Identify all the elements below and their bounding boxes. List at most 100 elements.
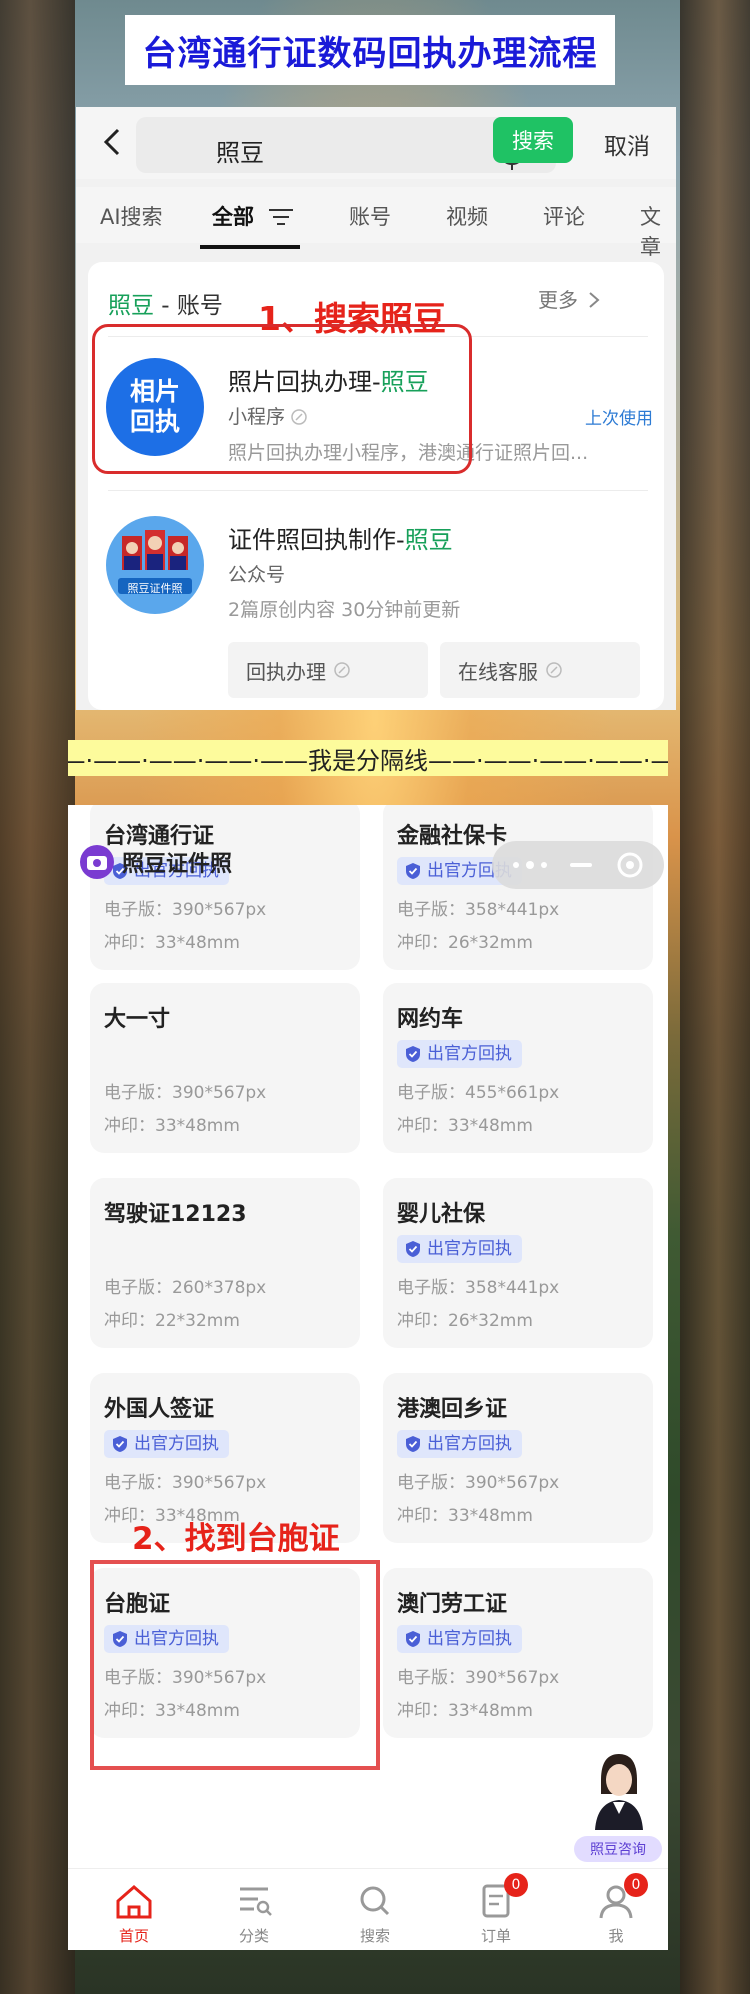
nav-search[interactable]: 搜索 [335, 1877, 415, 1947]
chevron-right-icon [589, 292, 600, 308]
result-description: 2篇原创内容 30分钟前更新 [228, 599, 461, 621]
tile-pixel-size: 电子版：358*441px [397, 900, 560, 920]
tile-pixel-size: 电子版：455*661px [397, 1083, 560, 1103]
official-receipt-badge: 出官方回执 [104, 1430, 229, 1458]
photo-type-tile[interactable]: 网约车 出官方回执 电子版：455*661px 冲印：33*48mm [383, 983, 653, 1153]
tile-print-size: 冲印：33*48mm [397, 1116, 533, 1136]
shield-icon [406, 1631, 420, 1647]
miniapp-capsule[interactable] [492, 841, 664, 889]
result-type: 公众号 [228, 564, 286, 586]
tree-trunk-right [680, 0, 750, 1994]
photo-type-tile[interactable]: 婴儿社保出官方回执电子版：358*441px 冲印：26*32mm [383, 1178, 653, 1348]
search-query: 照豆 [216, 139, 264, 167]
orders-badge: 0 [504, 1873, 528, 1897]
shield-icon [406, 1241, 420, 1257]
official-receipt-badge: 出官方回执 [397, 1235, 522, 1263]
more-dots-icon[interactable] [510, 857, 554, 873]
tab-account[interactable]: 账号 [349, 201, 391, 231]
page-title: 台湾通行证数码回执办理流程 [142, 33, 598, 74]
official-receipt-badge: 出官方回执 [397, 1625, 522, 1653]
photo-type-tile[interactable]: 大一寸电子版：390*567px 冲印：33*48mm [90, 983, 360, 1153]
consult-widget[interactable]: 照豆咨询 [574, 1750, 664, 1870]
online-support-button[interactable]: 在线客服 [440, 642, 640, 698]
tile-print-size: 冲印：26*32mm [397, 1311, 533, 1331]
tile-print-size: 冲印：22*32mm [104, 1311, 240, 1331]
miniapp-screenshot: 台湾通行证 出官方回执 电子版：390*567px 冲印：33*48mm 金融社保卡 出官… [68, 805, 668, 1950]
tile-print-size: 冲印：33*48mm [104, 1116, 240, 1136]
tile-title: 港澳回乡证 [397, 1397, 508, 1422]
search-bar: 照豆 搜索 取消 [76, 107, 676, 179]
separator-line: ——·——·——·——·——我是分隔线——·——·——·——·—— [68, 740, 668, 776]
highlight-box [92, 324, 472, 474]
official-receipt-badge: 出官方回执 [397, 1430, 522, 1458]
account-avatar: 照豆证件照 [106, 516, 204, 614]
shield-icon [406, 1046, 420, 1062]
back-arrow-icon[interactable] [98, 127, 128, 157]
search-icon [360, 1886, 390, 1916]
tile-pixel-size: 电子版：390*567px [104, 1083, 267, 1103]
tile-title: 金融社保卡 [397, 824, 508, 849]
id-photos-icon [118, 530, 192, 594]
account-results-card: 照豆 - 账号 1、搜索照豆 更多 相片回执 照片回执办理-照豆 小程序 上次使… [88, 262, 664, 710]
photo-type-tile[interactable]: 驾驶证12123 电子版：260*378px 冲印：22*32mm [90, 1178, 360, 1348]
tile-title: 大一寸 [104, 1007, 171, 1032]
nav-home[interactable]: 首页 [94, 1877, 174, 1947]
miniapp-title-overlay: 照豆证件照 [80, 843, 300, 881]
link-icon [546, 662, 562, 678]
tab-active-underline [200, 245, 300, 249]
tab-ai-search[interactable]: AI搜索 [100, 201, 163, 231]
tile-print-size: 冲印：33*48mm [397, 1701, 533, 1721]
tile-pixel-size: 电子版：390*567px [104, 1473, 267, 1493]
consult-label[interactable]: 照豆咨询 [574, 1836, 662, 1862]
search-button[interactable]: 搜索 [493, 117, 573, 163]
photo-type-tile[interactable]: 台湾通行证 出官方回执 电子版：390*567px 冲印：33*48mm [90, 805, 360, 970]
tab-comment[interactable]: 评论 [543, 201, 585, 231]
highlight-box [90, 1560, 380, 1770]
photo-type-tile[interactable]: 港澳回乡证 出官方回执 电子版：390*567px 冲印：33*48mm [383, 1373, 653, 1543]
tile-print-size: 冲印：26*32mm [397, 933, 533, 953]
section-header: 照豆 - 账号 [108, 293, 223, 319]
tile-pixel-size: 电子版：390*567px [104, 900, 267, 920]
category-icon [240, 1887, 272, 1916]
shield-icon [406, 863, 420, 879]
tile-title: 网约车 [397, 1007, 464, 1032]
close-target-icon[interactable] [616, 851, 644, 879]
more-link[interactable]: 更多 [538, 284, 600, 313]
miniapp-logo-icon [80, 845, 114, 879]
tile-print-size: 冲印：33*48mm [397, 1506, 533, 1526]
shield-icon [113, 1436, 127, 1452]
receipt-service-button[interactable]: 回执办理 [228, 642, 428, 698]
step2-annotation: 2、找到台胞证 [132, 1521, 340, 1557]
shield-icon [406, 1436, 420, 1452]
tile-title: 婴儿社保 [397, 1202, 486, 1227]
miniapp-name: 照豆证件照 [122, 852, 233, 877]
tile-title: 澳门劳工证 [397, 1592, 508, 1617]
customer-service-avatar-icon [595, 1754, 643, 1830]
link-icon [334, 662, 350, 678]
nav-category[interactable]: 分类 [214, 1877, 294, 1947]
tile-title: 驾驶证12123 [104, 1202, 247, 1227]
filter-icon[interactable] [269, 208, 293, 226]
cancel-button[interactable]: 取消 [604, 127, 650, 161]
tile-pixel-size: 电子版：390*567px [397, 1668, 560, 1688]
title-banner: 台湾通行证数码回执办理流程 [125, 15, 615, 85]
divider [108, 490, 648, 491]
search-screenshot: 照豆 搜索 取消 AI搜索 全部 账号 视频 评论 文章 照豆 - 账号 1、搜… [76, 107, 676, 710]
bottom-navigation: 首页 分类 搜索 0 订单 0 我 [68, 1868, 668, 1950]
minimize-icon[interactable] [570, 862, 592, 868]
result-title: 证件照回执制作-照豆 [228, 526, 453, 554]
profile-badge: 0 [624, 1873, 648, 1897]
nav-orders[interactable]: 0 订单 [456, 1873, 536, 1947]
tile-pixel-size: 电子版：358*441px [397, 1278, 560, 1298]
tile-pixel-size: 电子版：260*378px [104, 1278, 267, 1298]
photo-type-tile[interactable]: 澳门劳工证出官方回执电子版：390*567px 冲印：33*48mm [383, 1568, 653, 1738]
tab-article[interactable]: 文章 [640, 201, 676, 261]
tile-print-size: 冲印：33*48mm [104, 933, 240, 953]
tab-all[interactable]: 全部 [212, 201, 254, 231]
tile-title: 外国人签证 [104, 1397, 215, 1422]
tree-trunk-left [0, 0, 75, 1994]
nav-profile[interactable]: 0 我 [576, 1873, 656, 1947]
home-icon [116, 1885, 152, 1919]
tab-video[interactable]: 视频 [446, 201, 488, 231]
recently-used-label: 上次使用 [585, 409, 653, 429]
